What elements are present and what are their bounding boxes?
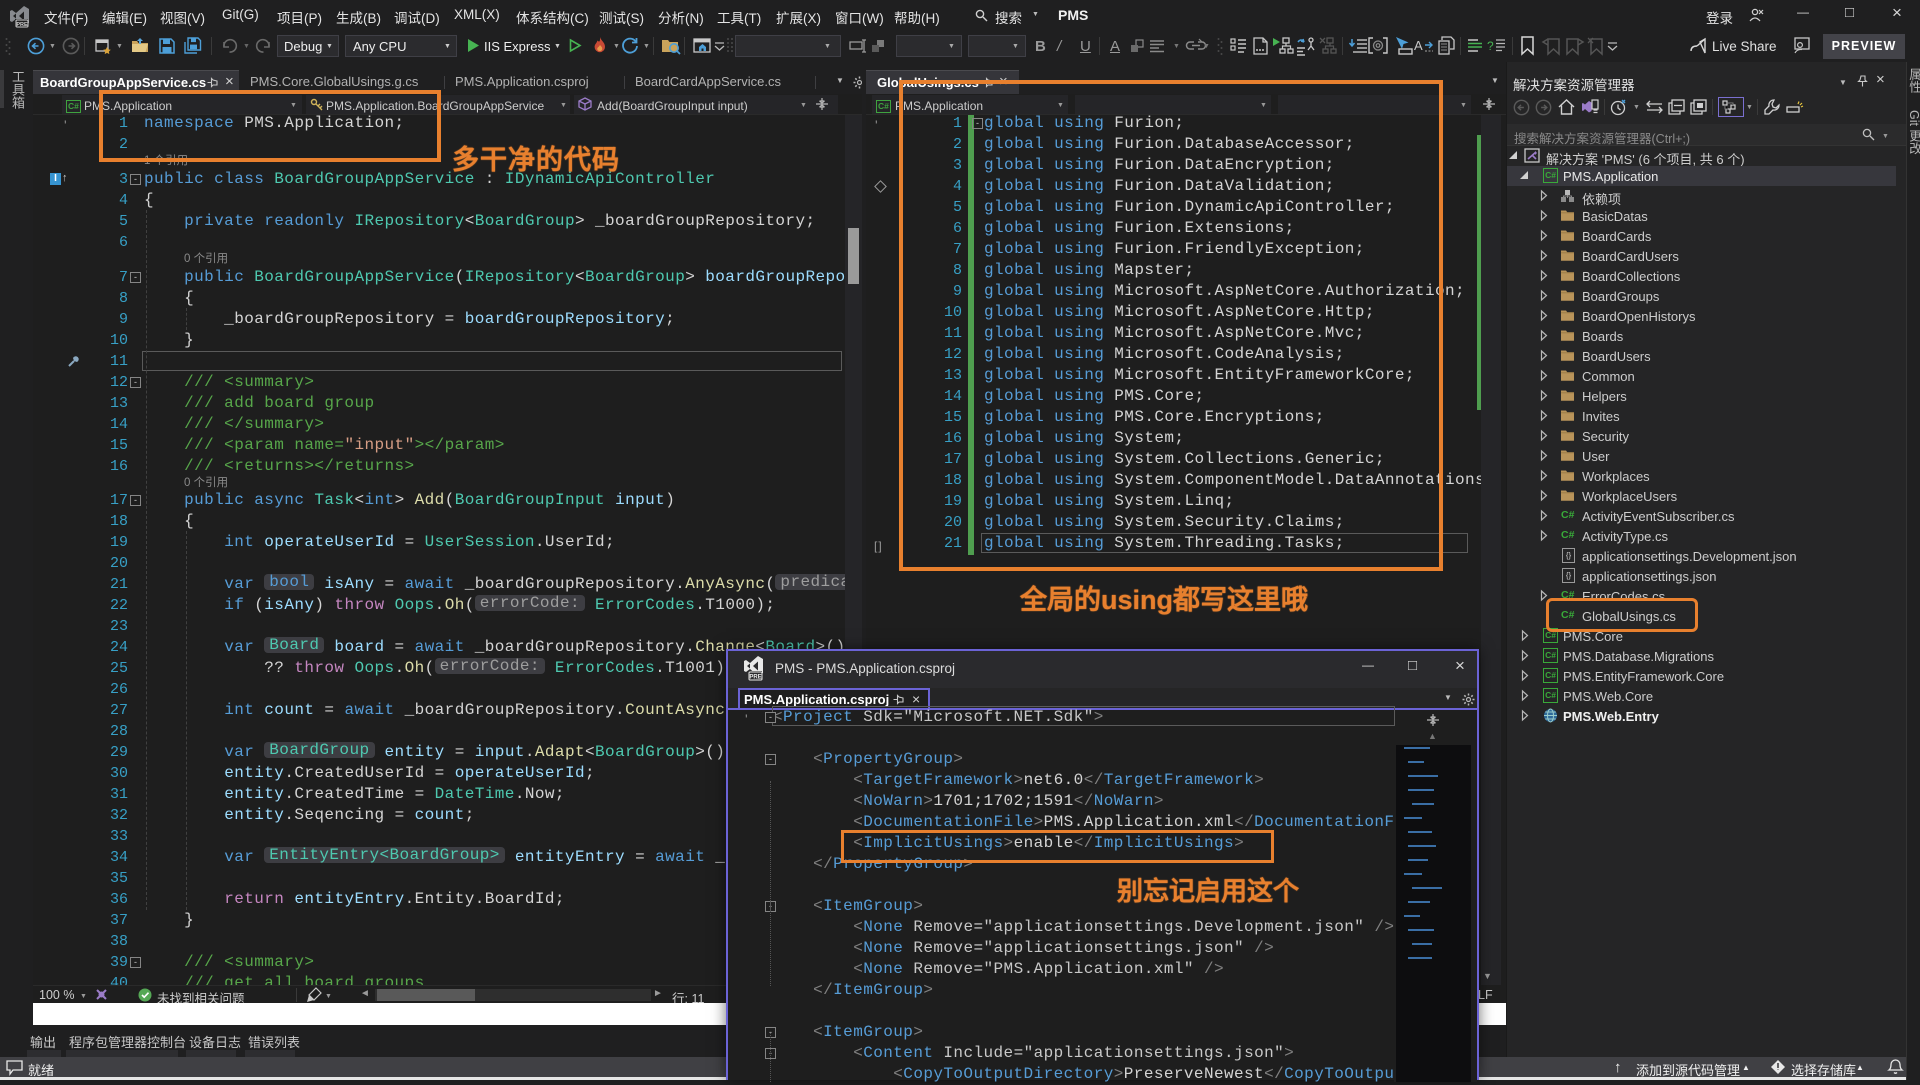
svg-text:A: A [1414,38,1423,53]
svg-text:?: ? [1487,39,1494,53]
svg-text:PRE: PRE [749,675,761,681]
svg-text:PRE: PRE [16,22,28,28]
